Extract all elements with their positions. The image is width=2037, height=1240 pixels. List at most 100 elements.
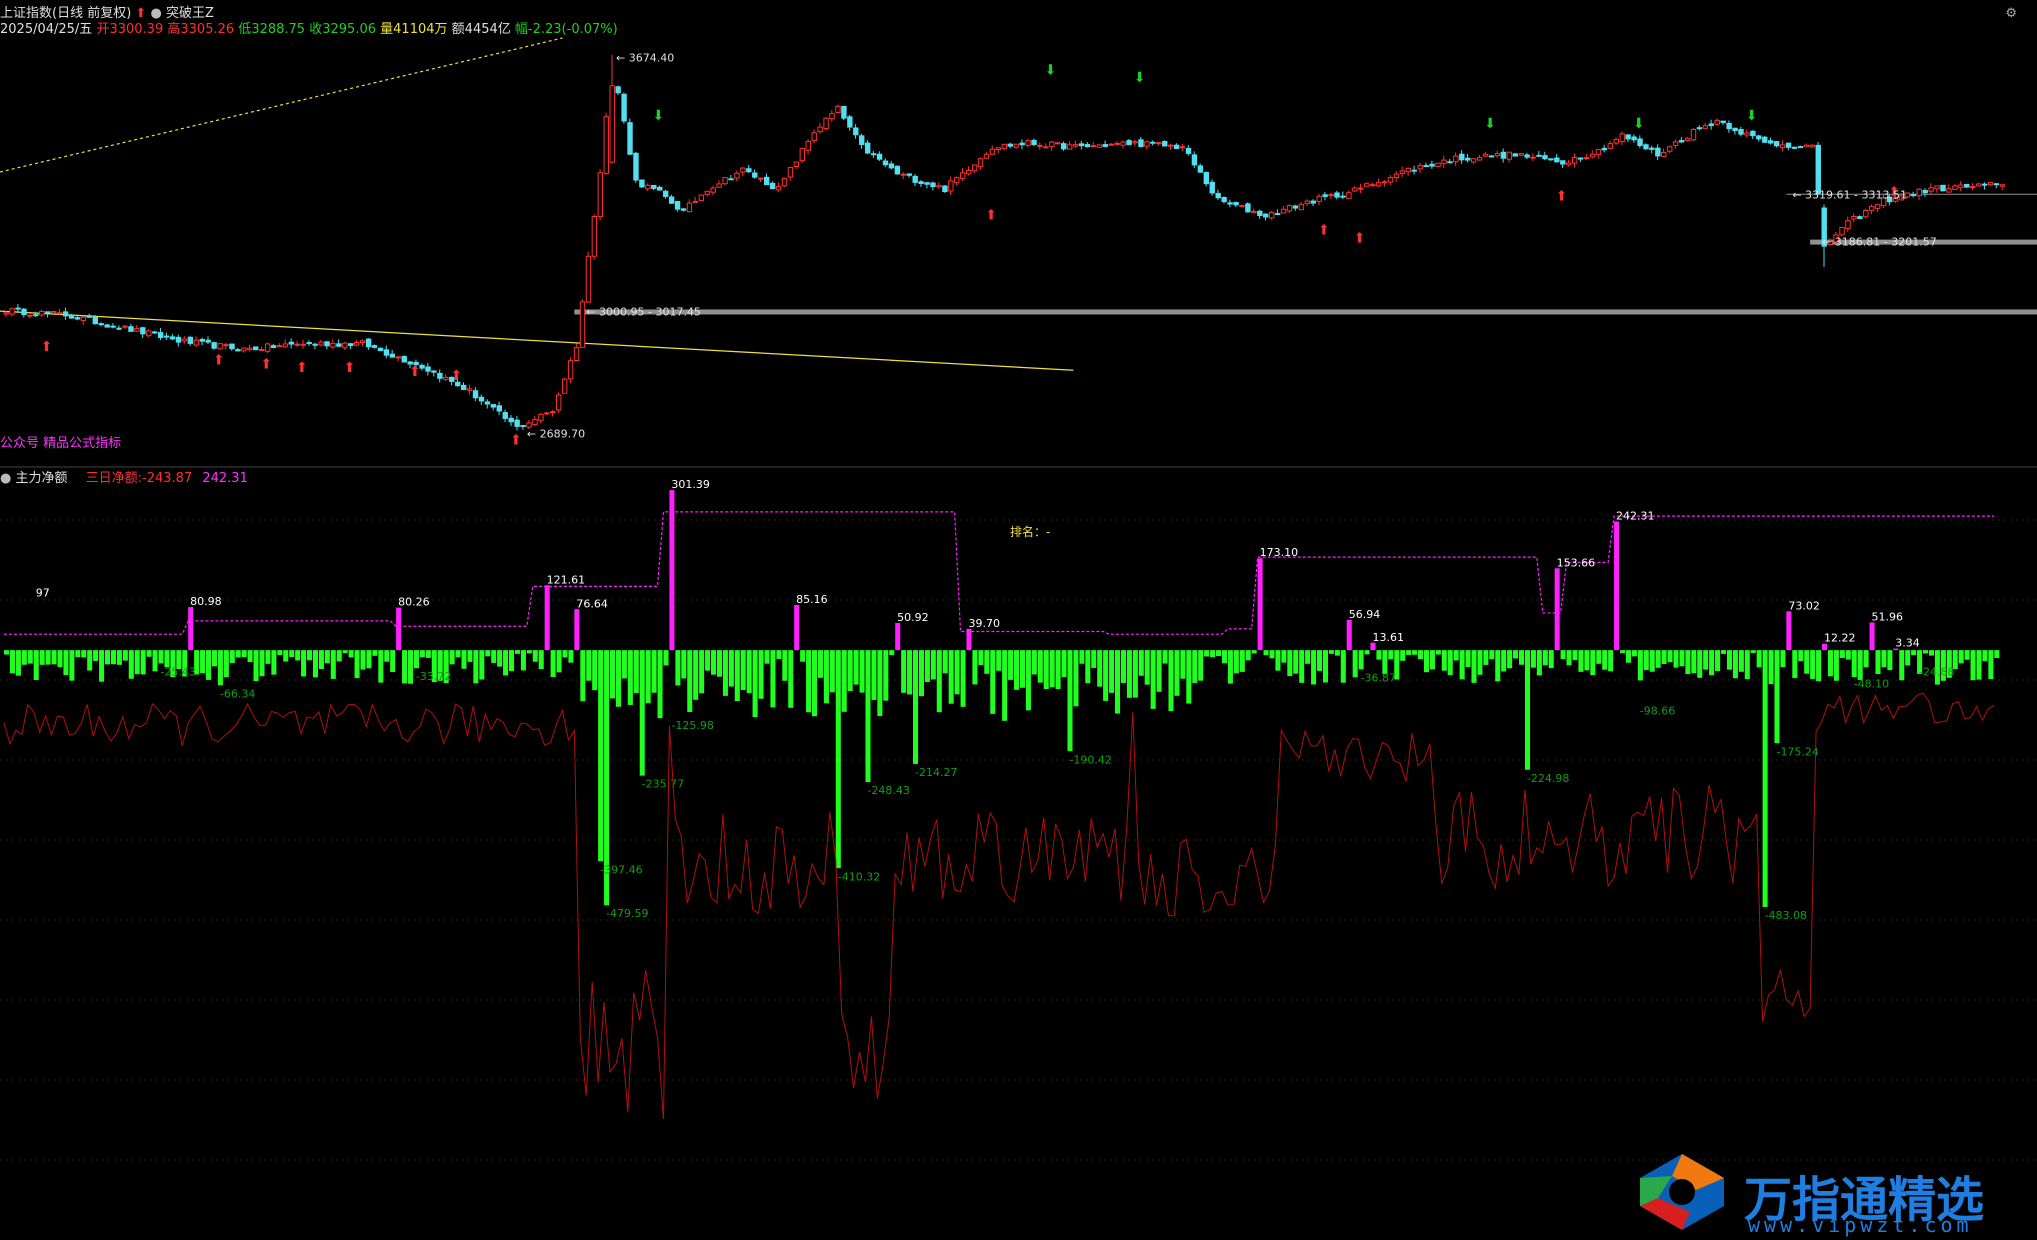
candle-body (359, 340, 366, 344)
flow-bar (580, 650, 586, 702)
candle-body (752, 172, 758, 178)
candle (1286, 204, 1293, 214)
flow-bar (1180, 650, 1186, 679)
rank-label: 排名：- (1010, 525, 1051, 539)
flow-threshold-line (4, 511, 1995, 635)
flow-bar (669, 490, 675, 651)
flow-value-label: 13.61 (1372, 631, 1404, 644)
candle (1084, 141, 1091, 148)
candle (1340, 191, 1346, 199)
candle (9, 308, 15, 317)
candle-body (104, 324, 110, 328)
candle-body (829, 113, 835, 120)
candle-body (1940, 184, 1946, 192)
candle (288, 338, 295, 349)
candle-body (603, 116, 609, 174)
candle (1096, 143, 1103, 148)
candle (1536, 151, 1542, 157)
candle-body (645, 184, 651, 190)
flow-bar (509, 650, 515, 672)
candle (508, 414, 514, 427)
support-bar-3000 (574, 309, 2037, 315)
candle-body (1156, 142, 1162, 145)
flow-bar (1311, 650, 1317, 685)
flow-bar (1429, 650, 1435, 670)
candle-body (1429, 163, 1435, 167)
candle (758, 177, 764, 182)
candle (573, 343, 580, 362)
candle (1459, 150, 1465, 164)
candle (918, 180, 924, 187)
candle (1566, 159, 1572, 167)
candle-body (1631, 136, 1637, 141)
candle (478, 394, 485, 405)
flow-bar (1905, 650, 1911, 666)
candle (1001, 143, 1008, 151)
lower-toggle-icon[interactable]: ● (0, 471, 11, 486)
flow-bar (532, 650, 538, 662)
candle (1185, 145, 1192, 156)
flow-bar (1792, 650, 1798, 679)
candle-body (1013, 143, 1019, 148)
candle (383, 345, 390, 359)
amt-label: 额 (451, 22, 465, 37)
candle (389, 350, 396, 358)
flow-bar (283, 650, 289, 662)
flow-bar (1513, 650, 1519, 659)
flow-bar (984, 650, 990, 674)
candle (645, 183, 651, 192)
flow-bar (1964, 650, 1970, 660)
flow-bar (1673, 650, 1679, 668)
candle-body (478, 396, 485, 402)
flow-bar (1507, 650, 1513, 669)
candle-body (140, 327, 146, 335)
candle (657, 185, 663, 191)
flow-bar (752, 650, 758, 718)
flow-bar (1471, 650, 1477, 683)
candle-body (1441, 159, 1447, 165)
trendline-dotted (0, 37, 563, 173)
candle-body (1251, 210, 1257, 213)
flow-bar (235, 650, 241, 658)
candle-body (627, 122, 633, 155)
flow-bar (1721, 650, 1727, 654)
candle-body (152, 331, 158, 334)
candle-body (1316, 195, 1322, 202)
candle (1245, 202, 1251, 213)
candle (799, 147, 806, 164)
candle-body (1393, 173, 1400, 179)
flow-bar (1958, 650, 1964, 664)
candle (1560, 160, 1566, 168)
candle (948, 176, 954, 196)
flow-bar (1322, 650, 1328, 683)
flow-bar (592, 650, 598, 691)
candle (763, 173, 770, 186)
candle-body (1132, 141, 1138, 144)
flow-bar (800, 650, 806, 662)
candle (1530, 153, 1536, 162)
candle (217, 343, 223, 350)
candle-body (294, 343, 301, 346)
candle-body (995, 147, 1002, 151)
candle (1851, 213, 1857, 223)
flow-bar (948, 650, 954, 704)
flow-bar (1388, 650, 1394, 660)
candle-body (1667, 146, 1673, 152)
flow-bar (1738, 650, 1744, 672)
candle-body (805, 140, 811, 151)
candle-body (181, 338, 188, 342)
candle (1916, 188, 1922, 201)
candle-body (668, 196, 675, 204)
flow-bar (1982, 650, 1988, 662)
settings-gear-icon[interactable]: ⚙ (2005, 6, 2017, 21)
candle (983, 151, 990, 159)
flow-bar (105, 650, 111, 665)
candle (324, 341, 330, 350)
flow-bar (1614, 521, 1620, 651)
flow-value-label: 39.70 (968, 617, 1000, 630)
candle-body (1215, 192, 1221, 199)
buy-arrow-icon: ⬆ (344, 360, 356, 376)
candle-body (235, 349, 241, 352)
candle-body (258, 349, 265, 352)
candle-body (1019, 142, 1025, 146)
